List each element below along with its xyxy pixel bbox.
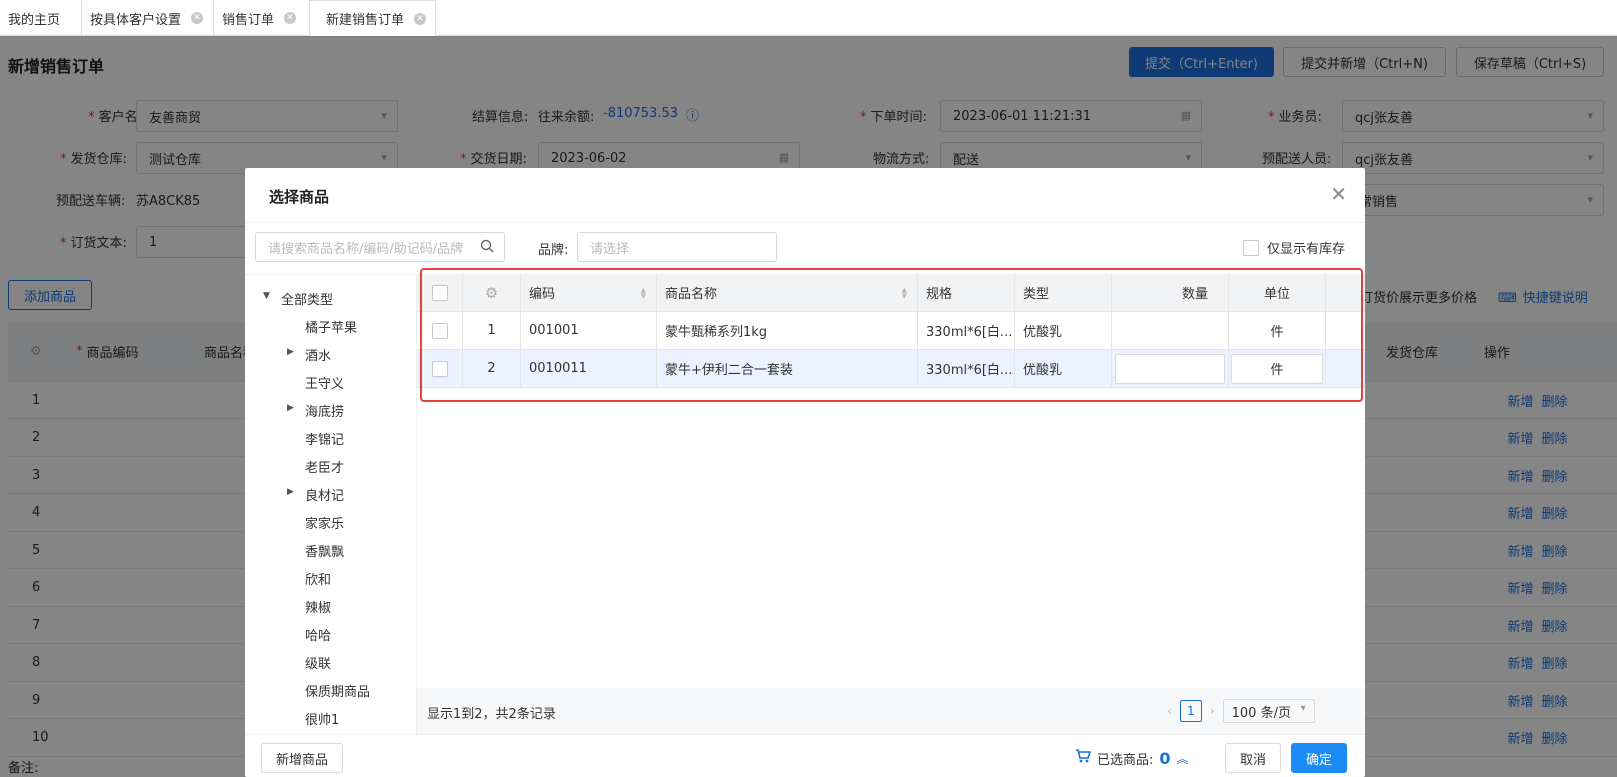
caret-right-icon[interactable]: ▶ <box>287 347 294 357</box>
tree-node[interactable]: 李锦记 <box>305 429 344 448</box>
tree-node[interactable]: 酒水 <box>305 345 331 364</box>
col-qty: 数量 <box>1112 274 1229 311</box>
pagination: ‹ 1 › 100 条/页 ▾ <box>1167 699 1315 723</box>
table-row[interactable]: 1 001001 蒙牛甄稀系列1kg 330ml*6[白... 优酸乳 件 <box>417 312 1365 350</box>
sort-icon: ▲ ▼ <box>640 286 646 300</box>
selected-count: 0 <box>1159 748 1171 768</box>
page-current[interactable]: 1 <box>1179 700 1202 722</box>
brand-label: 品牌: <box>538 243 569 258</box>
goods-table: ⚙ 编码 ▲ ▼ 商品名称 ▲ ▼ 规格 类型 数量 单位 1 001001 蒙牛甄稀系… <box>417 274 1365 688</box>
close-icon[interactable]: ✕ <box>1330 182 1347 206</box>
close-icon[interactable]: ✕ <box>284 12 297 24</box>
tree-node[interactable]: 家家乐 <box>305 513 344 532</box>
selected-goods[interactable]: 已选商品: 0 ︽ <box>1075 748 1189 768</box>
col-type: 类型 <box>1015 274 1112 311</box>
caret-down-icon[interactable]: ▼ <box>263 291 270 301</box>
tree-node[interactable]: 欣和 <box>305 569 331 588</box>
page-size-select[interactable]: 100 条/页 ▾ <box>1222 699 1315 723</box>
chevron-left-icon[interactable]: ‹ <box>1167 704 1172 718</box>
tree-node[interactable]: 很帅1 <box>305 709 339 728</box>
gear-icon[interactable]: ⚙ <box>463 274 521 311</box>
checkbox[interactable] <box>1243 239 1259 256</box>
col-spec: 规格 <box>918 274 1015 311</box>
tab-sales-order[interactable]: 销售订单 ✕ <box>214 0 310 36</box>
tab-bar: 我的主页 按具体客户设置 ✕ 销售订单 ✕ 新建销售订单 ✕ <box>0 0 1617 36</box>
col-name[interactable]: 商品名称 ▲ ▼ <box>657 274 918 311</box>
close-icon[interactable]: ✕ <box>191 12 204 24</box>
chevron-right-icon[interactable]: › <box>1210 704 1215 718</box>
close-icon[interactable]: ✕ <box>414 12 427 25</box>
select-goods-modal: 选择商品 ✕ 请搜索商品名称/编码/助记码/品牌 品牌: 请选择 仅显示有库存 … <box>245 168 1365 777</box>
table-row[interactable]: 2 0010011 蒙牛+伊利二合一套装 330ml*6[白... 优酸乳 件 <box>417 350 1365 388</box>
tree-node[interactable]: 辣椒 <box>305 597 331 616</box>
chevron-double-up-icon[interactable]: ︽ <box>1177 750 1189 767</box>
tree-node[interactable]: 哈哈 <box>305 625 331 644</box>
tree-node[interactable]: 王守义 <box>305 373 344 392</box>
col-unit: 单位 <box>1229 274 1326 311</box>
goods-search-input[interactable]: 请搜索商品名称/编码/助记码/品牌 <box>255 232 505 262</box>
tree-node[interactable]: 海底捞 <box>305 401 344 420</box>
tree-node[interactable]: 老臣才 <box>305 457 344 476</box>
tree-node[interactable]: 橘子苹果 <box>305 317 357 336</box>
tab-new-sales-order[interactable]: 新建销售订单 ✕ <box>310 0 436 36</box>
tree-node[interactable]: 香飘飘 <box>305 541 344 560</box>
sort-icon: ▲ ▼ <box>901 286 907 300</box>
caret-right-icon[interactable]: ▶ <box>287 487 294 497</box>
tree-node[interactable]: 级联 <box>305 653 331 672</box>
select-all-checkbox[interactable] <box>431 284 448 301</box>
tab-customer-settings[interactable]: 按具体客户设置 ✕ <box>82 0 214 36</box>
tree-node[interactable]: 保质期商品 <box>305 681 370 700</box>
confirm-button[interactable]: 确定 <box>1291 743 1347 773</box>
cancel-button[interactable]: 取消 <box>1225 743 1281 773</box>
quantity-input[interactable] <box>1115 353 1225 384</box>
tab-home[interactable]: 我的主页 <box>0 0 82 36</box>
stock-only-checkbox[interactable]: 仅显示有库存 <box>1243 238 1345 257</box>
unit-cell[interactable]: 件 <box>1229 312 1326 349</box>
brand-select[interactable]: 请选择 <box>577 232 777 262</box>
goods-table-header: ⚙ 编码 ▲ ▼ 商品名称 ▲ ▼ 规格 类型 数量 单位 <box>417 274 1365 312</box>
goods-table-footer: 显示1到2，共2条记录 ‹ 1 › 100 条/页 ▾ <box>417 688 1365 734</box>
col-code[interactable]: 编码 ▲ ▼ <box>521 274 657 311</box>
row-checkbox[interactable] <box>431 322 448 339</box>
category-tree: ▼ 全部类型橘子苹果 ▶ 酒水王守义 ▶ 海底捞李锦记老臣才 ▶ 良材记家家乐香飘飘欣和辣椒哈… <box>245 274 417 734</box>
row-checkbox[interactable] <box>431 360 448 377</box>
record-count: 显示1到2，共2条记录 <box>427 707 556 722</box>
cart-icon <box>1075 748 1092 768</box>
unit-select[interactable]: 件 <box>1231 353 1323 384</box>
modal-title: 选择商品 <box>269 188 330 206</box>
qty-cell[interactable] <box>1112 312 1229 349</box>
chevron-down-icon: ▾ <box>1300 703 1306 714</box>
tree-node[interactable]: 全部类型 <box>281 289 333 308</box>
modal-footer: 新增商品 已选商品: 0 ︽ 取消 确定 <box>245 734 1365 777</box>
tree-node[interactable]: 良材记 <box>305 485 344 504</box>
new-goods-button[interactable]: 新增商品 <box>261 743 343 773</box>
caret-right-icon[interactable]: ▶ <box>287 403 294 413</box>
search-icon[interactable] <box>480 239 494 257</box>
